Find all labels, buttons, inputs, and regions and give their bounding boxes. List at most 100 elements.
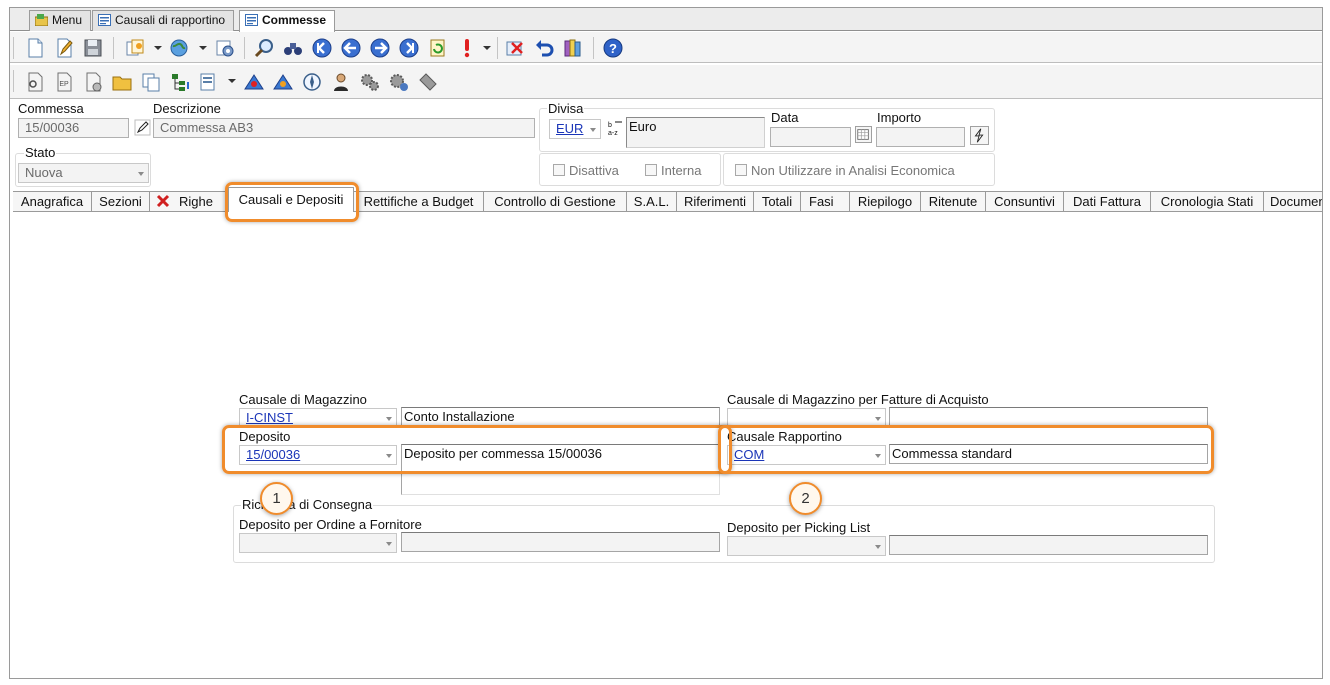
- dropdown-arrow-icon[interactable]: [228, 79, 236, 83]
- checkbox-box: [735, 164, 747, 176]
- sort-icon: ba-z: [608, 121, 622, 137]
- gear-info-icon: [390, 74, 408, 91]
- tab-label: Totali: [761, 194, 793, 209]
- sort-button[interactable]: b a-z: [606, 119, 625, 138]
- descrizione-field[interactable]: Commessa AB3: [153, 118, 535, 138]
- lightning-button[interactable]: [970, 126, 989, 145]
- folder-icon: [112, 76, 132, 91]
- chevron-down-icon: [386, 417, 392, 421]
- user-button[interactable]: [330, 71, 352, 93]
- duplicate-button[interactable]: [140, 71, 162, 93]
- dropdown-arrow-icon[interactable]: [483, 46, 491, 50]
- checkbox-box: [645, 164, 657, 176]
- tab-totali[interactable]: Totali: [754, 192, 801, 211]
- copy-button[interactable]: [124, 37, 146, 59]
- window-tab-commesse[interactable]: Commesse: [239, 10, 336, 32]
- dropdown-arrow-icon[interactable]: [154, 46, 162, 50]
- tab-anagrafica[interactable]: Anagrafica: [13, 192, 92, 211]
- chevron-down-icon: [138, 172, 144, 176]
- help-icon: ?: [603, 38, 623, 58]
- save-button[interactable]: [82, 37, 104, 59]
- gears-button[interactable]: [359, 71, 381, 93]
- deposito-picking-description: [889, 535, 1208, 555]
- report-ep-settings-button[interactable]: [82, 71, 104, 93]
- edit-button[interactable]: [53, 37, 75, 59]
- search-globe-button[interactable]: [168, 37, 190, 59]
- causale-magazzino-label: Causale di Magazzino: [239, 392, 367, 407]
- divisa-select[interactable]: EUR: [549, 119, 601, 139]
- deposito-ordine-select[interactable]: [239, 533, 397, 553]
- edit-icon: [57, 38, 73, 58]
- report-ep-button[interactable]: EP: [53, 71, 75, 93]
- tab-riepilogo[interactable]: Riepilogo: [850, 192, 921, 211]
- window-tab-causali-rapportino[interactable]: Causali di rapportino: [92, 10, 235, 31]
- interna-checkbox[interactable]: Interna: [645, 163, 701, 178]
- tab-fasi[interactable]: Fasi: [801, 192, 850, 211]
- tab-documenti[interactable]: Documen: [1264, 192, 1322, 211]
- tab-ritenute[interactable]: Ritenute: [921, 192, 986, 211]
- tab-consuntivi[interactable]: Consuntivi: [986, 192, 1064, 211]
- non-utilizzare-checkbox[interactable]: Non Utilizzare in Analisi Economica: [735, 163, 955, 178]
- gear-info-button[interactable]: [388, 71, 410, 93]
- find-button[interactable]: [253, 37, 275, 59]
- import-button[interactable]: [272, 71, 294, 93]
- export-button[interactable]: [243, 71, 265, 93]
- binoculars-button[interactable]: [282, 37, 304, 59]
- chevron-down-icon: [875, 417, 881, 421]
- tab-sezioni[interactable]: Sezioni: [92, 192, 150, 211]
- binoculars-icon: [284, 43, 302, 55]
- settings-icon: [216, 40, 234, 57]
- tab-sal[interactable]: S.A.L.: [627, 192, 677, 211]
- disattiva-checkbox[interactable]: Disattiva: [553, 163, 619, 178]
- new-document-button[interactable]: [24, 37, 46, 59]
- deposito-picking-select[interactable]: [727, 536, 886, 556]
- help-button[interactable]: ?: [602, 37, 624, 59]
- causale-magazzino-code[interactable]: I-CINST: [246, 410, 293, 425]
- report-icon: EP: [57, 72, 72, 92]
- commessa-field[interactable]: 15/00036: [18, 118, 129, 138]
- preview-button[interactable]: [24, 71, 46, 93]
- user-icon: [334, 73, 348, 91]
- globe-icon: [170, 39, 188, 57]
- tab-cronologia-stati[interactable]: Cronologia Stati: [1151, 192, 1264, 211]
- first-record-button[interactable]: [311, 37, 333, 59]
- tab-riferimenti[interactable]: Riferimenti: [677, 192, 754, 211]
- data-field[interactable]: [770, 127, 851, 147]
- alert-button[interactable]: [456, 37, 478, 59]
- navigator-button[interactable]: [301, 71, 323, 93]
- divisa-description: Euro: [626, 117, 765, 148]
- toolbar-separator: [13, 37, 14, 59]
- toolbar-separator: [497, 37, 498, 59]
- edit-code-button[interactable]: [134, 118, 153, 137]
- tree-button[interactable]: [169, 71, 191, 93]
- tab-label: Ritenute: [928, 194, 978, 209]
- window-tab-menu[interactable]: Menu: [29, 10, 92, 31]
- print-button[interactable]: [198, 71, 220, 93]
- calendar-button[interactable]: [855, 126, 872, 143]
- tab-label: Riepilogo: [857, 194, 913, 209]
- tab-righe[interactable]: Righe: [150, 192, 227, 211]
- refresh-button[interactable]: [427, 37, 449, 59]
- tab-controllo-di-gestione[interactable]: Controllo di Gestione: [484, 192, 627, 211]
- undo-button[interactable]: [533, 37, 555, 59]
- window-tab-label: Causali di rapportino: [115, 13, 226, 27]
- tab-rettifiche-a-budget[interactable]: Rettifiche a Budget: [354, 192, 484, 211]
- delete-button[interactable]: [504, 37, 526, 59]
- chevron-down-icon: [875, 545, 881, 549]
- archive-button[interactable]: [562, 37, 584, 59]
- divisa-code[interactable]: EUR: [556, 121, 583, 136]
- last-record-button[interactable]: [398, 37, 420, 59]
- importo-field[interactable]: [876, 127, 965, 147]
- open-folder-button[interactable]: [111, 71, 133, 93]
- dropdown-arrow-icon[interactable]: [199, 46, 207, 50]
- previous-record-button[interactable]: [340, 37, 362, 59]
- gears-icon: [361, 74, 379, 91]
- tab-dati-fattura[interactable]: Dati Fattura: [1064, 192, 1151, 211]
- svg-text:?: ?: [609, 41, 617, 56]
- toolbar-separator: [244, 37, 245, 59]
- next-record-button[interactable]: [369, 37, 391, 59]
- tools-button[interactable]: [417, 71, 439, 93]
- next-arrow-icon: [370, 38, 390, 58]
- settings-button[interactable]: [214, 37, 236, 59]
- stato-select[interactable]: Nuova: [18, 163, 149, 183]
